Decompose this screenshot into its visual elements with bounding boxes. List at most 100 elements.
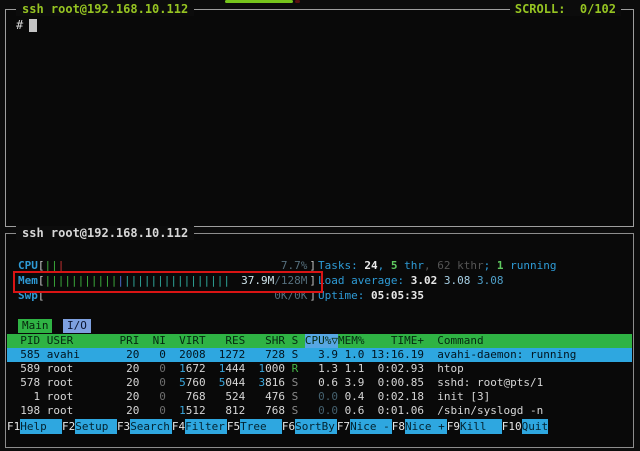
fkey-f10[interactable]: F10Quit [502, 419, 548, 434]
function-key-bar: F1HelpF2SetupF3SearchF4FilterF5TreeF6Sor… [7, 419, 636, 434]
fkey-f7[interactable]: F7Nice - [337, 419, 392, 434]
text-segment: 0:00.85 [378, 376, 424, 389]
row-cell-mem: 0.6 [338, 404, 364, 418]
text-segment: thr [397, 259, 424, 272]
text-segment: 0 [159, 404, 166, 417]
text-segment: S [292, 390, 299, 403]
row-cell-s: S [292, 376, 299, 390]
row-cell-s: S [292, 404, 299, 418]
shell-prompt-line[interactable]: # [16, 18, 37, 33]
text-segment: avahi [47, 348, 80, 361]
fkey-label: Help [20, 419, 62, 434]
text-segment: 0 [159, 362, 166, 375]
text-segment: running [503, 259, 556, 272]
fkey-number: F5 [227, 419, 240, 434]
ssh-pane-bottom[interactable]: ssh root@192.168.10.112 CPU[|||7.7%]Mem[… [5, 233, 634, 448]
text-segment: 589 [20, 362, 40, 375]
mem-meter-ticks: |||||||||||||||||||||||||||| [45, 273, 230, 288]
text-segment: 524 [225, 390, 245, 403]
fkey-f9[interactable]: F9Kill [447, 419, 502, 434]
tab-main[interactable]: Main [18, 319, 52, 333]
text-segment: 728 [265, 348, 285, 361]
text-segment: R [292, 362, 299, 375]
text-segment: , [424, 259, 437, 272]
row-cell-virt: 768 [172, 390, 205, 404]
row-cell-user: root [47, 362, 113, 376]
fkey-f5[interactable]: F5Tree [227, 419, 282, 434]
bracket-close: ] [309, 274, 316, 287]
text-segment: 444 [225, 362, 245, 375]
column-header-user[interactable]: USER [47, 334, 113, 348]
column-header-s[interactable]: S [292, 334, 299, 348]
row-cell-user: avahi [47, 348, 113, 362]
column-header-virt[interactable]: VIRT [172, 334, 205, 348]
ssh-pane-top[interactable]: ssh root@192.168.10.112 SCROLL: 0/102 # [5, 9, 634, 227]
text-segment: 1.1 [345, 362, 365, 375]
row-cell-time: 0:01.06 [371, 404, 424, 418]
row-cell-pri: 20 [120, 348, 140, 362]
text-segment: 812 [225, 404, 245, 417]
text-segment: 768 [186, 390, 206, 403]
text-segment: Uptime: [318, 289, 371, 302]
text-segment: S [292, 404, 299, 417]
row-cell-pri: 20 [120, 404, 140, 418]
load-line: Load average: 3.02 3.08 3.08 [318, 273, 556, 288]
cpu-meter-label: CPU [18, 259, 38, 272]
column-header-cmd[interactable]: Command [437, 334, 483, 348]
column-header-time[interactable]: TIME+ [371, 334, 424, 348]
row-cell-shr: 1000 [252, 362, 285, 376]
column-header-shr[interactable]: SHR [252, 334, 285, 348]
text-segment: 760 [186, 376, 206, 389]
fkey-f3[interactable]: F3Search [117, 419, 172, 434]
fkey-number: F6 [282, 419, 295, 434]
column-header-ni[interactable]: NI [146, 334, 166, 348]
text-segment: 0:01.06 [378, 404, 424, 417]
table-row[interactable]: 1root200768524476S0.00.40:02.18init [3] [7, 390, 632, 404]
text-segment: 585 [20, 348, 40, 361]
fkey-f6[interactable]: F6SortBy [282, 419, 337, 434]
text-segment: 0 [159, 376, 166, 389]
text-segment: 816 [265, 376, 285, 389]
fkey-f2[interactable]: F2Setup [62, 419, 117, 434]
tab-io[interactable]: I/O [63, 319, 91, 333]
row-cell-ni: 0 [146, 348, 166, 362]
cpu-meter-ticks: ||| [45, 258, 65, 273]
column-header-cpu[interactable]: CPU%▽ [305, 334, 338, 348]
column-header-pid[interactable]: PID [14, 334, 40, 348]
text-segment: 000 [265, 362, 285, 375]
row-cell-res: 5044 [212, 376, 245, 390]
text-segment: 672 [186, 362, 206, 375]
text-segment: 3.08 [444, 274, 477, 287]
text-segment: Load average: [318, 274, 411, 287]
table-row[interactable]: 585avahi20020081272728S3.91.013:16.19ava… [7, 348, 632, 362]
table-row[interactable]: 589root200167214441000R1.31.10:02.93htop [7, 362, 632, 376]
fkey-label: Setup [75, 419, 117, 434]
bar-ticks-green: ||||||||||| [45, 274, 118, 287]
fkey-f8[interactable]: F8Nice + [392, 419, 447, 434]
table-row[interactable]: 198root2001512812768S0.00.60:01.06/sbin/… [7, 404, 632, 418]
row-cell-res: 524 [212, 390, 245, 404]
bar-ticks-teal: |||||||||||||||| [124, 274, 230, 287]
row-cell-user: root [47, 390, 113, 404]
row-cell-s: S [292, 348, 299, 362]
table-row[interactable]: 578root200576050443816S0.63.90:00.85sshd… [7, 376, 632, 390]
row-cell-time: 0:02.93 [371, 362, 424, 376]
row-cell-ni: 0 [146, 390, 166, 404]
text-segment: S [292, 348, 299, 361]
text-segment: root [47, 362, 74, 375]
column-header-mem[interactable]: MEM% [338, 334, 364, 348]
column-header-pri[interactable]: PRI [120, 334, 140, 348]
text-segment: 044 [225, 376, 245, 389]
text-segment: 13:16.19 [371, 348, 424, 361]
fkey-f4[interactable]: F4Filter [172, 419, 227, 434]
fkey-label: SortBy [295, 419, 337, 434]
column-header-res[interactable]: RES [212, 334, 245, 348]
text-segment: 0:02.93 [378, 362, 424, 375]
text-segment: 0K/0K [274, 289, 307, 302]
top-accent-bar [225, 0, 293, 3]
tasks-line: Tasks: 24, 5 thr, 62 kthr; 1 running [318, 258, 556, 273]
fkey-f1[interactable]: F1Help [7, 419, 62, 434]
text-segment: 37.9M [241, 274, 274, 287]
bar-ticks-blue: | [117, 274, 124, 287]
text-segment: 768 [265, 404, 285, 417]
